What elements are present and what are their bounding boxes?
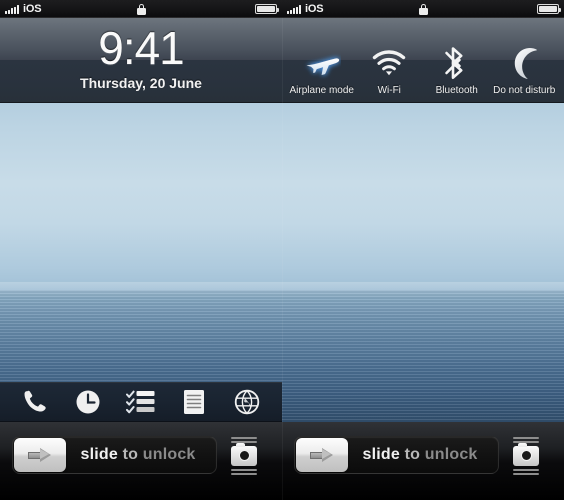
slider-knob-right[interactable] (296, 438, 348, 472)
status-bar-right (255, 0, 279, 18)
bluetooth-icon (444, 44, 470, 82)
battery-icon (255, 4, 279, 14)
slide-to-unlock-label: slide to unlock (66, 437, 216, 473)
status-bar-right-right-panel (537, 0, 561, 18)
battery-icon (537, 4, 561, 14)
unlock-word-slide: slide (362, 446, 400, 463)
lock-icon (136, 3, 146, 15)
screenshot-root: iOS 9:41 Thursday, 20 June slide to unlo… (0, 0, 564, 500)
grip-lines-icon (513, 437, 539, 443)
camera-shortcut[interactable] (223, 430, 265, 482)
grip-lines-icon (231, 437, 257, 443)
unlock-word-to: to (122, 446, 139, 463)
grip-lines-icon-bottom (513, 469, 539, 475)
lock-screen-panel-right: iOS Airplane mode Wi-Fi Bluetooth Do not… (282, 0, 564, 500)
camera-icon (513, 443, 539, 466)
unlock-area-right: slide to unlock (282, 422, 564, 500)
toggle-label-wifi: Wi-Fi (377, 85, 401, 96)
clock-icon (76, 390, 100, 414)
slide-to-unlock-label-right: slide to unlock (348, 437, 498, 473)
wifi-icon (371, 44, 407, 82)
control-toggles: Airplane mode Wi-Fi Bluetooth Do not dis… (282, 18, 564, 103)
toggle-label-airplane-mode: Airplane mode (289, 85, 354, 96)
lock-screen-header-left: 9:41 Thursday, 20 June (0, 18, 282, 103)
slide-to-unlock-bar[interactable]: slide to unlock (12, 436, 217, 474)
status-bar-right-panel: iOS (282, 0, 564, 18)
dock-item-clock[interactable] (68, 386, 108, 418)
moon-icon (508, 44, 540, 82)
unlock-word-unlock: unlock (142, 446, 196, 463)
toggle-label-bluetooth: Bluetooth (435, 85, 478, 96)
phone-icon (24, 390, 46, 412)
arrow-right-icon (310, 448, 334, 462)
dock-item-safari[interactable] (227, 386, 267, 418)
toggle-bluetooth[interactable]: Bluetooth (424, 44, 490, 97)
dock-bar (0, 382, 282, 422)
toggle-do-not-disturb[interactable]: Do not disturb (491, 44, 557, 97)
arrow-right-icon (28, 448, 52, 462)
unlock-word-unlock: unlock (424, 446, 478, 463)
dock-item-notes[interactable] (174, 386, 214, 418)
dock-item-phone[interactable] (15, 386, 55, 418)
unlock-word-to: to (404, 446, 421, 463)
grip-lines-icon-bottom (231, 469, 257, 475)
globe-icon (235, 389, 260, 415)
slide-to-unlock-bar-right[interactable]: slide to unlock (294, 436, 499, 474)
unlock-word-slide: slide (80, 446, 118, 463)
slider-knob[interactable] (14, 438, 66, 472)
clock-time: 9:41 (98, 22, 185, 74)
dock-item-reminders[interactable] (121, 386, 161, 418)
status-bar: iOS (0, 0, 282, 18)
clock-block: 9:41 Thursday, 20 June (0, 18, 282, 92)
wallpaper-water-right (282, 290, 564, 432)
lock-screen-header-right: Airplane mode Wi-Fi Bluetooth Do not dis… (282, 18, 564, 103)
checklist-icon (125, 390, 155, 414)
clock-date: Thursday, 20 June (80, 75, 202, 91)
notes-icon (184, 390, 205, 414)
camera-shortcut-right[interactable] (505, 430, 547, 482)
airplane-icon (303, 44, 341, 82)
toggle-label-do-not-disturb: Do not disturb (493, 85, 556, 96)
status-bar-center-right-panel (282, 0, 564, 18)
toggle-wifi[interactable]: Wi-Fi (356, 44, 422, 97)
toggle-airplane-mode[interactable]: Airplane mode (289, 44, 355, 97)
lock-screen-panel-left: iOS 9:41 Thursday, 20 June slide to unlo… (0, 0, 282, 500)
lock-icon (418, 3, 428, 15)
status-bar-center (0, 0, 282, 18)
camera-icon (231, 443, 257, 466)
unlock-area: slide to unlock (0, 422, 282, 500)
